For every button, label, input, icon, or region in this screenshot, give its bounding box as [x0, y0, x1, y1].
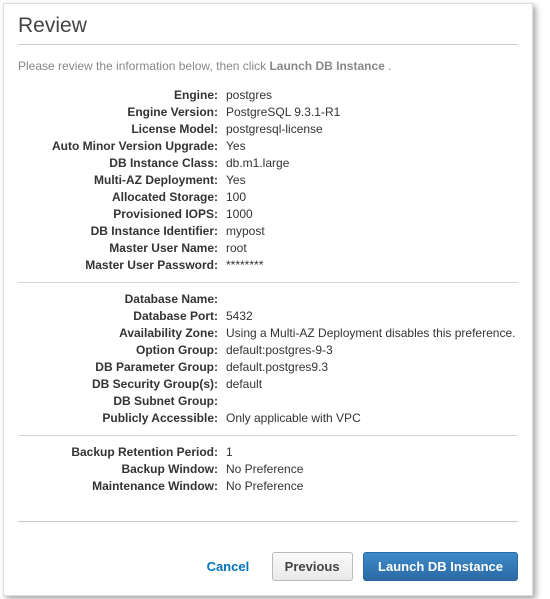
kv-label: Engine: — [18, 87, 226, 104]
kv-value: ******** — [226, 257, 518, 274]
kv-row: Availability Zone:Using a Multi-AZ Deplo… — [18, 325, 518, 342]
kv-label: Database Port: — [18, 308, 226, 325]
kv-value: 1 — [226, 444, 518, 461]
kv-value: db.m1.large — [226, 155, 518, 172]
kv-row: Database Port:5432 — [18, 308, 518, 325]
page-title: Review — [18, 14, 518, 38]
intro-suffix: . — [385, 59, 392, 73]
kv-row: Master User Name:root — [18, 240, 518, 257]
review-panel: Review Please review the information bel… — [3, 3, 533, 596]
section-backup: Backup Retention Period:1Backup Window:N… — [18, 444, 518, 495]
section-divider-2 — [18, 435, 518, 436]
kv-value: 100 — [226, 189, 518, 206]
kv-value: postgres — [226, 87, 518, 104]
kv-label: Publicly Accessible: — [18, 410, 226, 427]
kv-value: Yes — [226, 138, 518, 155]
kv-row: Provisioned IOPS:1000 — [18, 206, 518, 223]
kv-row: Allocated Storage:100 — [18, 189, 518, 206]
kv-label: DB Instance Class: — [18, 155, 226, 172]
kv-label: License Model: — [18, 121, 226, 138]
kv-label: DB Security Group(s): — [18, 376, 226, 393]
section-instance: Engine:postgresEngine Version:PostgreSQL… — [18, 87, 518, 274]
kv-value: Yes — [226, 172, 518, 189]
kv-value — [226, 393, 518, 410]
section-divider-1 — [18, 282, 518, 283]
kv-label: DB Instance Identifier: — [18, 223, 226, 240]
kv-label: Provisioned IOPS: — [18, 206, 226, 223]
kv-label: Allocated Storage: — [18, 189, 226, 206]
kv-value: No Preference — [226, 461, 518, 478]
footer-divider — [18, 521, 518, 522]
kv-row: DB Instance Class:db.m1.large — [18, 155, 518, 172]
kv-row: License Model:postgresql-license — [18, 121, 518, 138]
kv-row: DB Subnet Group: — [18, 393, 518, 410]
section-database: Database Name:Database Port:5432Availabi… — [18, 291, 518, 427]
kv-value: default.postgres9.3 — [226, 359, 518, 376]
kv-row: Multi-AZ Deployment:Yes — [18, 172, 518, 189]
kv-label: Maintenance Window: — [18, 478, 226, 495]
kv-label: DB Subnet Group: — [18, 393, 226, 410]
title-divider — [18, 44, 518, 45]
kv-label: Multi-AZ Deployment: — [18, 172, 226, 189]
kv-label: DB Parameter Group: — [18, 359, 226, 376]
kv-value: 1000 — [226, 206, 518, 223]
kv-row: Backup Window:No Preference — [18, 461, 518, 478]
kv-label: Master User Password: — [18, 257, 226, 274]
kv-label: Option Group: — [18, 342, 226, 359]
kv-row: Auto Minor Version Upgrade:Yes — [18, 138, 518, 155]
kv-row: Master User Password:******** — [18, 257, 518, 274]
kv-row: Database Name: — [18, 291, 518, 308]
previous-button[interactable]: Previous — [272, 552, 353, 581]
kv-value: default:postgres-9-3 — [226, 342, 518, 359]
kv-label: Master User Name: — [18, 240, 226, 257]
kv-label: Backup Retention Period: — [18, 444, 226, 461]
intro-text: Please review the information below, the… — [18, 59, 518, 73]
kv-row: Engine:postgres — [18, 87, 518, 104]
kv-row: Engine Version:PostgreSQL 9.3.1-R1 — [18, 104, 518, 121]
kv-value: mypost — [226, 223, 518, 240]
kv-row: DB Security Group(s):default — [18, 376, 518, 393]
kv-value — [226, 291, 518, 308]
kv-row: DB Parameter Group:default.postgres9.3 — [18, 359, 518, 376]
kv-row: DB Instance Identifier:mypost — [18, 223, 518, 240]
cancel-button[interactable]: Cancel — [195, 552, 262, 581]
intro-bold: Launch DB Instance — [269, 59, 384, 73]
kv-value: postgresql-license — [226, 121, 518, 138]
launch-button[interactable]: Launch DB Instance — [363, 552, 518, 581]
kv-label: Database Name: — [18, 291, 226, 308]
kv-row: Option Group:default:postgres-9-3 — [18, 342, 518, 359]
kv-value: 5432 — [226, 308, 518, 325]
kv-label: Backup Window: — [18, 461, 226, 478]
kv-value: Only applicable with VPC — [226, 410, 518, 427]
kv-label: Auto Minor Version Upgrade: — [18, 138, 226, 155]
kv-row: Publicly Accessible:Only applicable with… — [18, 410, 518, 427]
kv-value: No Preference — [226, 478, 518, 495]
kv-value: default — [226, 376, 518, 393]
kv-value: root — [226, 240, 518, 257]
kv-label: Availability Zone: — [18, 325, 226, 342]
intro-prefix: Please review the information below, the… — [18, 59, 269, 73]
footer-buttons: Cancel Previous Launch DB Instance — [18, 552, 518, 581]
kv-value: PostgreSQL 9.3.1-R1 — [226, 104, 518, 121]
kv-row: Backup Retention Period:1 — [18, 444, 518, 461]
kv-value: Using a Multi-AZ Deployment disables thi… — [226, 325, 518, 342]
kv-row: Maintenance Window:No Preference — [18, 478, 518, 495]
kv-label: Engine Version: — [18, 104, 226, 121]
